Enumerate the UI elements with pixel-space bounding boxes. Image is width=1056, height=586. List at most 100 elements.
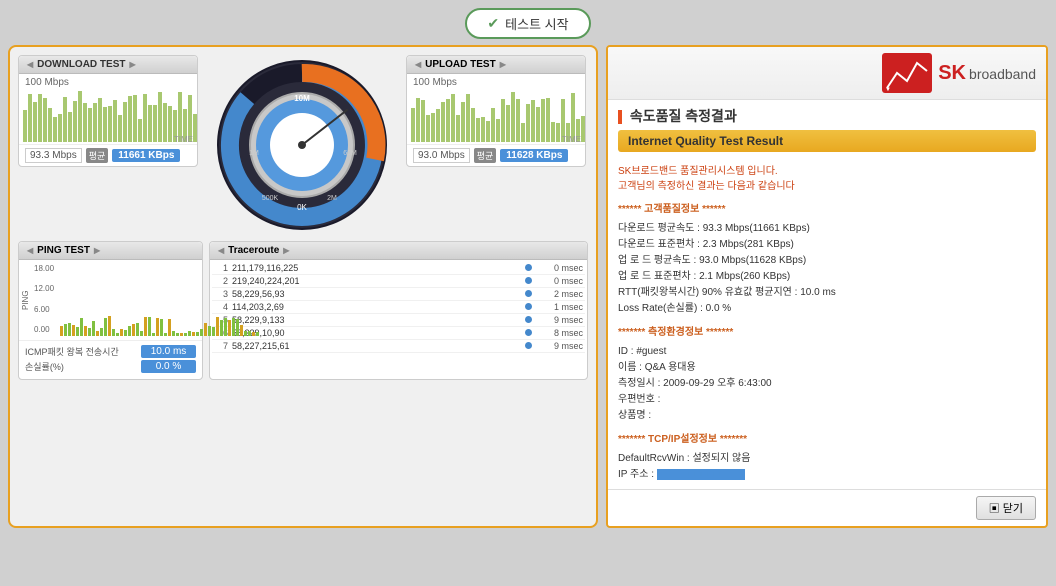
ping-test-label: PING TEST [37, 245, 90, 256]
bottom-row: ◀ PING TEST ▶ PING 18.00 12.00 6.00 0.00 [18, 241, 588, 380]
start-button-label: 테스트 시작 [505, 14, 568, 33]
upload-speed-max: 100 Mbps [407, 74, 585, 89]
env-line: ID : #guest [618, 344, 1036, 360]
left-panel: ◀ DOWNLOAD TEST ▶ 100 Mbps TIME 93.3 Mbp… [8, 45, 598, 528]
svg-text:2M: 2M [327, 195, 337, 202]
traceroute-row: 6 58,229,10,90 8 msec [212, 327, 585, 340]
start-button[interactable]: ✔ 테스트 시작 [465, 8, 590, 39]
traceroute-label: Traceroute [228, 245, 279, 256]
traceroute-row: 5 58,229,9,133 9 msec [212, 314, 585, 327]
download-avg-badge: 평균 [86, 148, 109, 163]
traceroute-box: ◀ Traceroute ▶ 1 211,179,116,225 0 msec … [209, 241, 588, 380]
sk-text: SK [938, 62, 966, 84]
tcp-lines: DefaultRcvWin : 설정되지 않음IP 주소 : ■■■■■■■■ [618, 451, 1036, 483]
ping-rtt-label: ICMP패킷 왕복 전송시간 [25, 345, 119, 358]
ping-rtt-value: 10.0 ms [141, 345, 196, 358]
result-intro: SK브로드밴드 품질관리시스템 입니다. 고객님의 측정하신 결과는 다음과 같… [618, 164, 1036, 194]
ping-test-header: ◀ PING TEST ▶ [19, 242, 202, 260]
result-title: 속도품질 측정결과 [608, 100, 1046, 130]
ping-y-label-2: 12.00 [34, 284, 54, 293]
traceroute-row: 1 211,179,116,225 0 msec [212, 262, 585, 275]
upload-speed-result: 93.0 Mbps 평균 11628 KBps [407, 144, 585, 166]
customer-line: 다운로드 표준편차 : 2.3 Mbps(281 KBps) [618, 237, 1036, 253]
ping-test-box: ◀ PING TEST ▶ PING 18.00 12.00 6.00 0.00 [18, 241, 203, 380]
top-bar: ✔ 테스트 시작 [0, 0, 1056, 45]
ping-chart-area: PING 18.00 12.00 6.00 0.00 [19, 260, 202, 340]
env-line: 이름 : Q&A 용대용 [618, 360, 1036, 376]
upload-arrow-right-icon: ▶ [500, 60, 506, 69]
tr-dot-icon [523, 302, 533, 312]
customer-line: Loss Rate(손실률) : 0.0 % [618, 301, 1036, 317]
customer-line: 다운로드 평균속도 : 93.3 Mbps(11661 KBps) [618, 221, 1036, 237]
gauge-svg: 10M 1M 60M 500K 0K 2M [212, 55, 392, 235]
upload-kbps-value: 11628 KBps [500, 149, 568, 162]
tr-dot-icon [523, 289, 533, 299]
tr-time: 2 msec [533, 289, 583, 299]
upload-time-label: TIME [562, 135, 581, 144]
ping-arrow-right-icon: ▶ [94, 246, 100, 255]
tr-arrow-left-icon: ◀ [218, 246, 224, 255]
download-time-label: TIME [174, 135, 193, 144]
traceroute-row: 7 58,227,215,61 9 msec [212, 340, 585, 353]
svg-text:▼: ▼ [885, 87, 891, 93]
tr-time: 0 msec [533, 276, 583, 286]
tr-ip: 211,179,116,225 [232, 263, 523, 273]
sk-brand: ▼ SK broadband [882, 53, 1036, 93]
upload-speed-value: 93.0 Mbps [413, 148, 470, 163]
ip-hidden: ■■■■■■■■ [657, 469, 745, 480]
download-speed-result: 93.3 Mbps 평균 11661 KBps [19, 144, 197, 166]
download-bar-chart: TIME [19, 89, 197, 144]
upload-test-box: ◀ UPLOAD TEST ▶ 100 Mbps TIME 93.0 Mbps … [406, 55, 586, 167]
env-line: 측정일시 : 2009-09-29 오후 6:43:00 [618, 376, 1036, 392]
close-button[interactable]: ▣ 닫기 [976, 496, 1036, 520]
traceroute-row: 2 219,240,224,201 0 msec [212, 275, 585, 288]
sk-brand-text: SK broadband [938, 62, 1036, 85]
download-speed-value: 93.3 Mbps [25, 148, 82, 163]
ping-y-labels: 18.00 12.00 6.00 0.00 [34, 264, 54, 334]
bb-text: broadband [969, 66, 1036, 82]
ping-y-label-1: 18.00 [34, 264, 54, 273]
arrow-left-icon: ◀ [27, 60, 33, 69]
svg-text:60M: 60M [343, 150, 357, 157]
result-content[interactable]: SK브로드밴드 품질관리시스템 입니다. 고객님의 측정하신 결과는 다음과 같… [608, 158, 1046, 489]
customer-title: ****** 고객품질정보 ****** [618, 202, 1036, 218]
chart-icon: ▼ [882, 53, 932, 93]
tr-time: 0 msec [533, 263, 583, 273]
tcp-title: ******* TCP/IP설정정보 ******* [618, 432, 1036, 448]
arrow-right-icon: ▶ [129, 60, 135, 69]
svg-text:500K: 500K [262, 195, 279, 202]
tcp-line: DefaultRcvWin : 설정되지 않음 [618, 451, 1036, 467]
tcp-line: IP 주소 : ■■■■■■■■ [618, 467, 1036, 483]
tr-ip: 58,229,10,90 [232, 328, 523, 338]
tr-ip: 58,229,9,133 [232, 315, 523, 325]
ping-loss-label: 손실률(%) [25, 360, 64, 373]
tr-ip: 219,240,224,201 [232, 276, 523, 286]
tr-num: 7 [214, 341, 228, 351]
upload-test-header: ◀ UPLOAD TEST ▶ [407, 56, 585, 74]
right-footer: ▣ 닫기 [608, 489, 1046, 526]
right-header: ▼ SK broadband [608, 47, 1046, 100]
customer-line: RTT(패킷왕복시간) 90% 유효값 평균지연 : 10.0 ms [618, 285, 1036, 301]
tr-ip: 58,229,56,93 [232, 289, 523, 299]
check-icon: ✔ [487, 15, 499, 32]
ping-chart: 18.00 12.00 6.00 0.00 [32, 260, 263, 340]
download-test-header: ◀ DOWNLOAD TEST ▶ [19, 56, 197, 74]
download-test-label: DOWNLOAD TEST [37, 59, 125, 70]
customer-line: 업 로 드 표준편차 : 2.1 Mbps(260 KBps) [618, 269, 1036, 285]
ping-info: ICMP패킷 왕복 전송시간 10.0 ms 손실률(%) 0.0 % [19, 340, 202, 379]
ping-loss-value: 0.0 % [141, 360, 196, 373]
tr-time: 9 msec [533, 341, 583, 351]
ping-bars-area [60, 266, 259, 336]
svg-text:10M: 10M [294, 94, 310, 103]
upload-bar-chart: TIME [407, 89, 585, 144]
tr-dot-icon [523, 263, 533, 273]
traceroute-table: 1 211,179,116,225 0 msec 2 219,240,224,2… [210, 260, 587, 355]
gauge-center: 10M 1M 60M 500K 0K 2M [202, 55, 402, 235]
intro-line-2: 고객님의 측정하신 결과는 다음과 같습니다 [618, 179, 1036, 194]
traceroute-row: 3 58,229,56,93 2 msec [212, 288, 585, 301]
ping-loss-row: 손실률(%) 0.0 % [25, 360, 196, 373]
ping-y-label-4: 0.00 [34, 325, 54, 334]
upload-avg-badge: 평균 [474, 148, 497, 163]
tr-ip: 114,203,2,69 [232, 302, 523, 312]
close-icon: ▣ [989, 503, 1000, 515]
